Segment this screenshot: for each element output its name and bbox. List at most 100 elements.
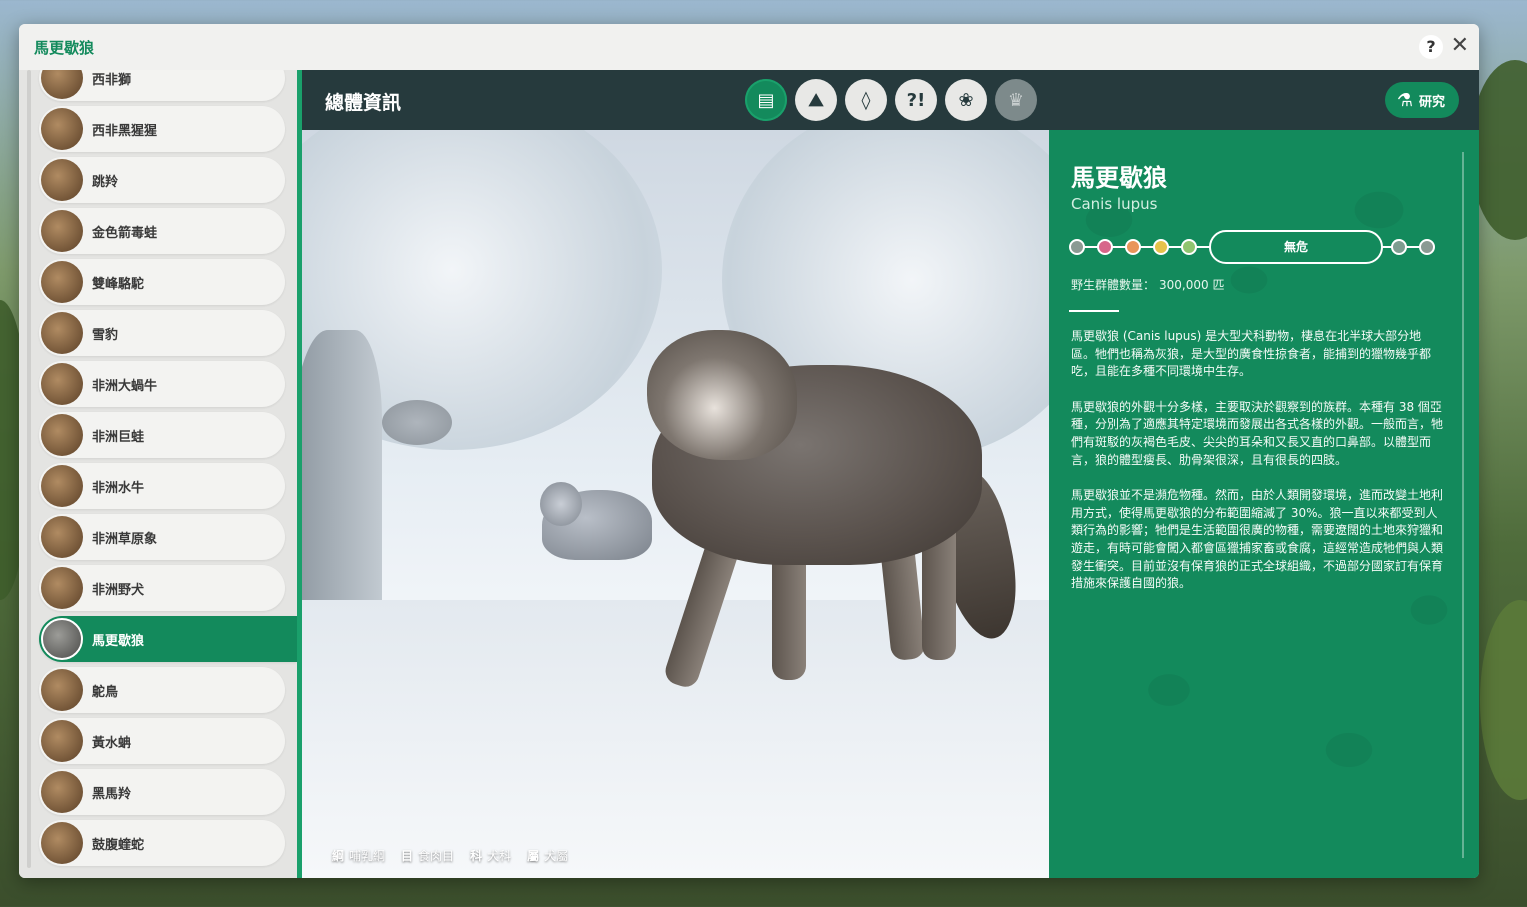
animal-list-label: 雙峰駱駝 (92, 276, 145, 292)
population: 野生群體數量： 300,000 匹 (1071, 276, 1224, 293)
animal-list-label: 黑馬羚 (92, 786, 132, 802)
description-paragraph: 馬更歇狼的外觀十分多樣，主要取決於觀察到的族群。本種有 38 個亞種，分別為了適… (1071, 399, 1444, 467)
water-drop-icon[interactable]: ◊ (845, 79, 887, 121)
sable-antelope-thumbnail (41, 771, 83, 813)
flask-icon: ⚗ (1396, 89, 1413, 111)
paw-icon[interactable]: ❀ (945, 79, 987, 121)
window-titlebar: 馬更歇狼 ? ✕ (19, 24, 1479, 70)
animal-list-item[interactable]: 鴕鳥 (39, 667, 285, 713)
animal-list-item[interactable]: 非洲水牛 (39, 463, 285, 509)
animal-list-label: 金色箭毒蛙 (92, 225, 158, 241)
wild-dog-thumbnail (41, 567, 83, 609)
status-dot (1069, 239, 1085, 255)
animal-list-item[interactable]: 西非獅 (39, 70, 285, 101)
main-panel: 總體資訊 ▤ ⛰ ◊?! ❀ ♛ ⚗ 研究 綱哺乳綱 目食肉目 科 犬科 屬 犬… (297, 70, 1479, 878)
wolf-head (647, 330, 797, 460)
conservation-status: 無危 (1069, 230, 1441, 264)
population-label: 野生群體數量： (1071, 278, 1156, 292)
animal-name: 馬更歇狼 (1071, 164, 1167, 192)
animal-list-item[interactable]: 跳羚 (39, 157, 285, 203)
lion-thumbnail (41, 70, 83, 99)
chimpanzee-thumbnail (41, 108, 83, 150)
animal-list-item[interactable]: 非洲巨蛙 (39, 412, 285, 458)
panel-header: 總體資訊 ▤ ⛰ ◊?! ❀ ♛ ⚗ 研究 (302, 70, 1479, 130)
wolf-pup-head (540, 482, 582, 526)
sidebar-scrollbar[interactable] (27, 70, 31, 868)
animal-list-item[interactable]: 雪豹 (39, 310, 285, 356)
status-dot (1419, 239, 1435, 255)
description-paragraph: 馬更歇狼並不是瀕危物種。然而，由於人類開發環境，進而改變土地利用方式，使得馬更歇… (1071, 488, 1444, 591)
info-panel: 馬更歇狼 Canis lupus 無危 野生群體數量： 300,000 匹 馬更歇… (1049, 130, 1479, 878)
taxonomy-order: 目食肉目 (401, 849, 455, 863)
window-title: 馬更歇狼 (34, 38, 95, 57)
animal-list-label: 黃水蚺 (92, 735, 132, 751)
scientific-name: Canis lupus (1071, 195, 1158, 213)
animal-list-item[interactable]: 馬更歇狼 (39, 616, 297, 662)
snail-thumbnail (41, 363, 83, 405)
snow-leopard-thumbnail (41, 312, 83, 354)
status-dot (1153, 239, 1169, 255)
animal-list-label: 鴕鳥 (92, 684, 119, 700)
camel-thumbnail (41, 261, 83, 303)
anaconda-thumbnail (41, 720, 83, 762)
animal-list-label: 非洲草原象 (92, 531, 158, 547)
animal-list-label: 非洲野犬 (92, 582, 145, 598)
close-button[interactable]: ✕ (1451, 33, 1469, 58)
animal-photo: 綱哺乳綱 目食肉目 科犬科 屬犬屬 (302, 130, 1049, 878)
trophy-icon: ♛ (995, 79, 1037, 121)
animal-list-item[interactable]: 非洲大蝸牛 (39, 361, 285, 407)
status-badge: 無危 (1209, 230, 1383, 264)
animal-list-item[interactable]: 金色箭毒蛙 (39, 208, 285, 254)
info-tabs: ▤ ⛰ ◊?! ❀ ♛ (745, 79, 1037, 121)
animal-list-label: 跳羚 (92, 174, 119, 190)
animal-list-label: 西非黑猩猩 (92, 123, 158, 139)
info-scrollbar[interactable] (1462, 152, 1464, 858)
animal-list-item[interactable]: 西非黑猩猩 (39, 106, 285, 152)
research-label: 研究 (1418, 94, 1445, 110)
description-paragraph: 馬更歇狼 (Canis lupus) 是大型犬科動物，棲息在北半球大部分地區。牠… (1071, 329, 1432, 379)
taxonomy-bar: 綱哺乳綱 目食肉目 科犬科 屬犬屬 (332, 847, 568, 864)
behaviour-icon[interactable]: ?! (895, 79, 937, 121)
animal-list-item[interactable]: 非洲草原象 (39, 514, 285, 560)
clipboard-icon[interactable]: ▤ (745, 79, 787, 121)
buffalo-thumbnail (41, 465, 83, 507)
distant-wolf (382, 400, 452, 445)
bullfrog-thumbnail (41, 414, 83, 456)
animal-list-item[interactable]: 鼓腹蝰蛇 (39, 820, 285, 866)
animal-list-label: 非洲水牛 (92, 480, 145, 496)
animal-list: 西非獅西非黑猩猩跳羚金色箭毒蛙雙峰駱駝雪豹非洲大蝸牛非洲巨蛙非洲水牛非洲草原象非… (39, 70, 297, 871)
status-dot (1181, 239, 1197, 255)
help-button[interactable]: ? (1419, 35, 1443, 59)
habitat-icon[interactable]: ⛰ (795, 79, 837, 121)
status-dot (1125, 239, 1141, 255)
elephant-thumbnail (41, 516, 83, 558)
status-dot (1391, 239, 1407, 255)
population-value: 300,000 匹 (1159, 278, 1225, 292)
animal-list-item[interactable]: 黑馬羚 (39, 769, 285, 815)
springbok-thumbnail (41, 159, 83, 201)
animal-list-label: 西非獅 (92, 72, 132, 88)
section-title: 總體資訊 (325, 92, 402, 114)
puff-adder-thumbnail (41, 822, 83, 864)
animal-list-label: 雪豹 (92, 327, 119, 343)
animal-list-item[interactable]: 黃水蚺 (39, 718, 285, 764)
animal-info-window: 馬更歇狼 ? ✕ 西非獅西非黑猩猩跳羚金色箭毒蛙雙峰駱駝雪豹非洲大蝸牛非洲巨蛙非… (19, 24, 1479, 878)
animal-list-label: 非洲大蝸牛 (92, 378, 158, 394)
animal-list-label: 非洲巨蛙 (92, 429, 145, 445)
animal-list-item[interactable]: 雙峰駱駝 (39, 259, 285, 305)
divider (1069, 310, 1119, 312)
animal-list-item[interactable]: 非洲野犬 (39, 565, 285, 611)
rock (302, 330, 382, 630)
wolf-thumbnail (41, 618, 83, 660)
taxonomy-genus: 屬犬屬 (527, 849, 569, 863)
taxonomy-class: 綱哺乳綱 (332, 849, 386, 863)
status-dot (1097, 239, 1113, 255)
background-tree (1480, 600, 1527, 800)
animal-list-label: 鼓腹蝰蛇 (92, 837, 145, 853)
research-button[interactable]: ⚗ 研究 (1384, 82, 1459, 118)
description: 馬更歇狼 (Canis lupus) 是大型犬科動物，棲息在北半球大部分地區。牠… (1071, 328, 1443, 611)
animal-list-sidebar: 西非獅西非黑猩猩跳羚金色箭毒蛙雙峰駱駝雪豹非洲大蝸牛非洲巨蛙非洲水牛非洲草原象非… (19, 70, 297, 878)
animal-list-label: 馬更歇狼 (92, 633, 145, 649)
ostrich-thumbnail (41, 669, 83, 711)
frog-thumbnail (41, 210, 83, 252)
